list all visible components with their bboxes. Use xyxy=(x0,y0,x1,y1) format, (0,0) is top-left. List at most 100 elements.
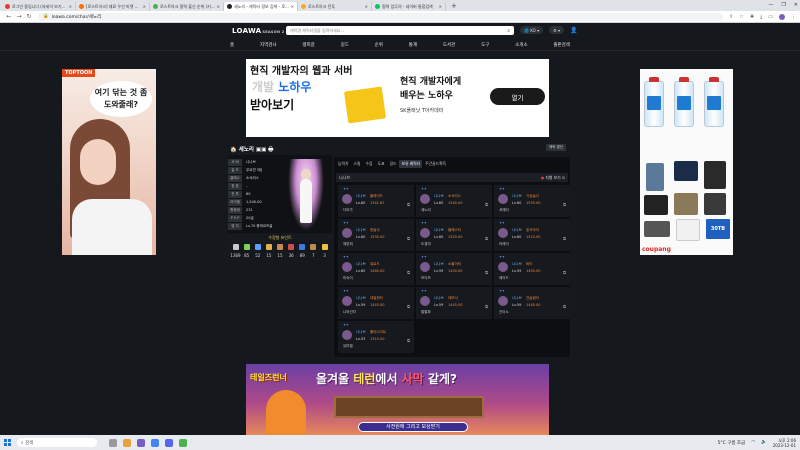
close-window-button[interactable]: ✕ xyxy=(794,0,798,10)
copy-icon[interactable]: ⧉ xyxy=(485,236,488,241)
copy-icon[interactable]: ⧉ xyxy=(407,304,410,309)
tab-skills[interactable]: 스킬 xyxy=(351,160,362,168)
menu-item[interactable]: 도구 xyxy=(481,42,489,48)
close-icon[interactable]: ✕ xyxy=(143,4,146,9)
character-card[interactable]: ✦✦ 니나브 호크아이 Lv.60 1510.00 카레이 ⧉ xyxy=(494,219,570,251)
character-card[interactable]: ✦✦ 니나브 데모닉 Lv.59 1445.00 팔팔파 ⧉ xyxy=(416,287,492,319)
user-icon[interactable]: 👤 xyxy=(570,27,577,34)
favorite-icon[interactable]: ✦✦ xyxy=(421,289,427,293)
copy-icon[interactable]: ⧉ xyxy=(563,270,566,275)
character-card[interactable]: ✦✦ 니나브 블레이드 Lv.60 1341.67 다리가 ⧉ xyxy=(338,185,414,217)
character-card[interactable]: ✦✦ 니나브 창술사 Lv.60 1530.00 재련피 ⧉ xyxy=(338,219,414,251)
taskbar-search[interactable]: ⌕ 검색 xyxy=(17,438,97,447)
app-icon[interactable] xyxy=(123,438,131,447)
menu-item[interactable]: 도서관 xyxy=(443,42,455,48)
character-card[interactable]: ✦✦ 니나브 소울이터 Lv.59 1450.00 보이즈 ⧉ xyxy=(416,253,492,285)
ad-banner-right[interactable]: 30TB coupang xyxy=(640,69,733,255)
ad-banner-top[interactable]: 현직 개발자의 웹과 서버 개발 노하우 받아보기 현직 개발자에게 배우는 노… xyxy=(246,59,549,137)
menu-item[interactable]: 출판검색 xyxy=(553,42,570,48)
view-toggle[interactable]: ● 지형 보기 ⊙ xyxy=(541,175,565,181)
menu-icon[interactable]: ⋮ xyxy=(791,14,796,20)
menu-item[interactable]: 통계 xyxy=(409,42,417,48)
close-icon[interactable]: ✕ xyxy=(217,4,220,9)
favorite-icon[interactable]: ✦✦ xyxy=(343,289,349,293)
new-tab-button[interactable]: + xyxy=(446,2,462,10)
menu-item[interactable]: 순위 xyxy=(375,42,383,48)
browser-tab[interactable]: 로스트아크 협력 출신 순위 (키... ✕ xyxy=(150,2,224,11)
character-card[interactable]: ✦✦ 니나브 건슬링어 Lv.59 1445.00 건이노 ⧉ xyxy=(494,287,570,319)
tab-collection[interactable]: 수집 xyxy=(363,160,374,168)
tab-weekly-gold[interactable]: 주간골드획득 xyxy=(423,160,448,168)
tab-guild[interactable]: 길드 xyxy=(387,160,398,168)
copy-icon[interactable]: ⧉ xyxy=(407,202,410,207)
menu-item[interactable]: 소개소 xyxy=(515,42,527,48)
favorite-icon[interactable]: ✦✦ xyxy=(343,255,349,259)
app-icon[interactable] xyxy=(179,438,187,447)
copy-icon[interactable]: ⧉ xyxy=(485,304,488,309)
favorite-icon[interactable]: ✦✦ xyxy=(421,255,427,259)
download-icon[interactable]: ⤓ xyxy=(760,14,762,20)
browser-tab[interactable]: [로스트아크] 재료 우선 마켓 ... ✕ xyxy=(76,2,150,11)
gem-points-button[interactable]: 수정형 포인트 xyxy=(228,234,332,242)
favorite-icon[interactable]: ✦✦ xyxy=(343,221,349,225)
close-icon[interactable]: ✕ xyxy=(291,4,294,9)
favorite-icon[interactable]: ✦✦ xyxy=(343,323,349,327)
reload-icon[interactable]: ↻ xyxy=(24,13,34,20)
character-card[interactable]: ✦✦ 니나브 블래스터 Lv.60 1520.00 도경미 ⧉ xyxy=(416,219,492,251)
character-search-input[interactable]: 캐릭명 캐릭터명을 입력하세요... ⌕ xyxy=(286,26,514,35)
favorite-icon[interactable]: ✦✦ xyxy=(499,187,505,191)
menu-item[interactable]: 랭피갈 xyxy=(302,42,314,48)
wifi-icon[interactable]: ◠ xyxy=(751,440,755,445)
menu-item[interactable]: 지역검사 xyxy=(260,42,277,48)
app-icon[interactable] xyxy=(165,438,173,447)
menu-item[interactable]: 길드 xyxy=(341,42,349,48)
renew-button[interactable]: 캐릭 갱신 xyxy=(546,144,566,151)
share-icon[interactable]: ⇪ xyxy=(729,14,733,20)
star-icon[interactable]: ☆ xyxy=(739,14,743,20)
character-card[interactable]: ✦✦ 니나브 바드 Lv.59 1450.00 메이드 ⧉ xyxy=(494,253,570,285)
browser-tab[interactable]: 로그인 중입니다 (자세히 보기... ✕ xyxy=(2,2,76,11)
ad-banner-left[interactable]: TOPTOON 여기 닦는 것 좀 도와줄래? xyxy=(62,69,156,255)
weather-widget[interactable]: 5°C 구름 조금 xyxy=(718,440,746,446)
app-icon[interactable] xyxy=(137,438,145,447)
chrome-icon[interactable] xyxy=(151,438,159,447)
favorite-icon[interactable]: ✦✦ xyxy=(421,187,427,191)
character-card[interactable]: ✦✦ 니나브 워로드 Lv.60 1460.00 미숙이 ⧉ xyxy=(338,253,414,285)
language-select[interactable]: 🌐 KO ▾ xyxy=(520,26,544,34)
clock[interactable]: 오후 2:06 2023-12-01 xyxy=(773,438,796,448)
copy-icon[interactable]: ⧉ xyxy=(563,202,566,207)
tab-stats[interactable]: 능력치 xyxy=(336,160,350,168)
close-icon[interactable]: ✕ xyxy=(69,4,72,9)
close-icon[interactable]: ✕ xyxy=(365,4,368,9)
sidebar-icon[interactable]: ▭ xyxy=(768,14,773,20)
minimize-button[interactable]: — xyxy=(768,0,773,10)
forward-icon[interactable]: → xyxy=(14,13,24,20)
favorite-icon[interactable]: ✦✦ xyxy=(421,221,427,225)
tab-owned-characters[interactable]: 보유 캐릭터 xyxy=(399,160,423,168)
character-card[interactable]: ✦✦ 니나브 홀리나이트 Lv.53 1315.00 유미엘 ⧉ xyxy=(338,321,414,353)
copy-icon[interactable]: ⧉ xyxy=(563,304,566,309)
character-card[interactable]: ✦✦ 니나브 데빌헌터 Lv.59 1445.00 나의선자 ⧉ xyxy=(338,287,414,319)
favorite-icon[interactable]: ✦✦ xyxy=(499,289,505,293)
ad-banner-bottom[interactable]: 테일즈런너 올겨울 테런에서 사막 같게? 사전원에 그리고 보상받기 xyxy=(246,364,549,436)
copy-icon[interactable]: ⧉ xyxy=(563,236,566,241)
search-icon[interactable]: ⌕ xyxy=(507,28,510,34)
back-icon[interactable]: ← xyxy=(4,13,14,20)
copy-icon[interactable]: ⧉ xyxy=(407,270,410,275)
favorite-icon[interactable]: ✦✦ xyxy=(499,221,505,225)
url-field[interactable]: 🔒 loawa.com/char/세노리 xyxy=(38,12,724,21)
ad-open-button[interactable]: 열기 xyxy=(490,88,545,105)
copy-icon[interactable]: ⧉ xyxy=(485,202,488,207)
app-icon[interactable] xyxy=(109,438,117,447)
character-card[interactable]: ✦✦ 니나브 기상술사 Lv.60 1535.00 셔레티 ⧉ xyxy=(494,185,570,217)
browser-tab[interactable]: 로스트아크 전투 ✕ xyxy=(298,2,372,11)
profile-avatar[interactable] xyxy=(779,13,785,20)
browser-tab[interactable]: 협력 업무의 - 네이버 통합검색 ✕ xyxy=(372,2,446,11)
settings-button[interactable]: ⚙ ▾ xyxy=(549,26,564,34)
windows-start-icon[interactable] xyxy=(4,439,11,446)
menu-item[interactable]: 홈 xyxy=(230,42,234,48)
favorite-icon[interactable]: ✦✦ xyxy=(343,187,349,191)
site-logo[interactable]: LOAWASEASON 2 xyxy=(232,27,285,35)
maximize-button[interactable]: ❐ xyxy=(781,0,785,10)
favorite-icon[interactable]: ✦✦ xyxy=(499,255,505,259)
